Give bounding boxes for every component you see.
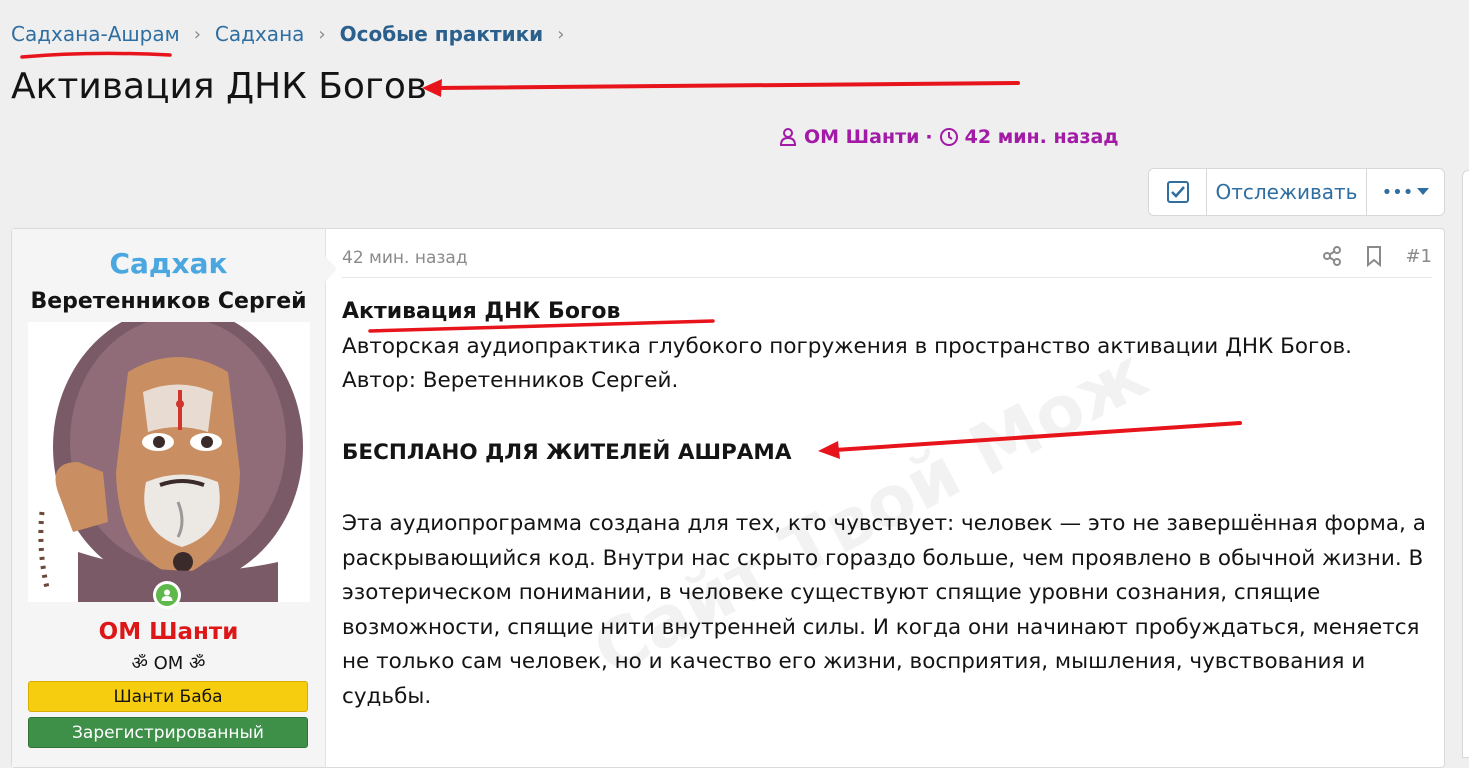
post-actions: #1 [1321,245,1432,267]
chevron-right-icon: › [557,23,565,45]
caret-down-icon [1417,188,1430,195]
post-user-cell: Садхак Веретенников Сергей ОМ Шанти ॐ ОМ… [12,229,326,767]
user-group: ОМ Шанти [98,619,239,645]
clock-icon [939,128,958,146]
post-date-link[interactable]: 42 мин. назад [342,248,468,268]
user-cell-arrow [324,255,337,283]
thread-meta: ОМ Шанти · 42 мин. назад [778,126,1119,148]
user-status: ॐ ОМ ॐ [131,653,206,674]
avatar-illustration [38,322,303,602]
chevron-right-icon: › [318,23,326,45]
post-heading: Активация ДНК Богов [342,299,621,324]
post-header-divider [342,277,1432,278]
checkbox-icon [1166,181,1189,203]
bookmark-icon[interactable] [1363,245,1385,267]
breadcrumb: Садхана-Ашрам › Садхана › Особые практик… [11,22,578,46]
online-indicator [153,581,181,609]
more-options-button[interactable]: ••• [1367,169,1444,215]
select-checkbox-button[interactable] [1149,169,1207,215]
breadcrumb-link-special-practices[interactable]: Особые практики [340,22,544,46]
share-icon[interactable] [1321,245,1343,267]
breadcrumb-link-sadhana-ashram[interactable]: Садхана-Ашрам [11,22,180,46]
thread-author-link[interactable]: ОМ Шанти [804,126,919,148]
post-content: Активация ДНК Богов Авторская аудиопракт… [342,295,1432,714]
user-title: Веретенников Сергей [30,289,307,314]
page-title: Активация ДНК Богов [11,66,428,107]
avatar[interactable] [28,322,310,602]
chevron-right-icon: › [193,23,201,45]
breadcrumb-link-sadhana[interactable]: Садхана [215,22,304,46]
thread-toolbar: Отслеживать ••• [1148,168,1445,216]
post-author-line: Автор: Веретенников Сергей. [342,368,679,393]
username-link[interactable]: Садхак [12,247,325,280]
meta-separator: · [925,126,933,148]
user-online-icon [161,589,173,601]
user-banner-shanti-baba: Шанти Баба [28,681,308,712]
post-body: Эта аудиопрограмма создана для тех, кто … [342,511,1426,709]
post-intro: Авторская аудиопрактика глубокого погруж… [342,333,1353,359]
user-banner-registered: Зарегистрированный [28,717,308,748]
annotation-underline-breadcrumb [20,51,172,59]
thread-time-link[interactable]: 42 мин. назад [965,126,1119,148]
user-icon [779,128,797,146]
post-free-line: БЕСПЛАНО ДЛЯ ЖИТЕЛЕЙ АШРАМА [342,439,792,465]
more-label: ••• [1381,181,1414,203]
sidebar-edge-panel [1462,170,1469,758]
annotation-arrow-title [433,81,1020,90]
post-message: Садхак Веретенников Сергей ОМ Шанти ॐ ОМ… [11,228,1445,768]
post-number-link[interactable]: #1 [1405,246,1432,267]
watch-button[interactable]: Отслеживать [1207,169,1367,215]
